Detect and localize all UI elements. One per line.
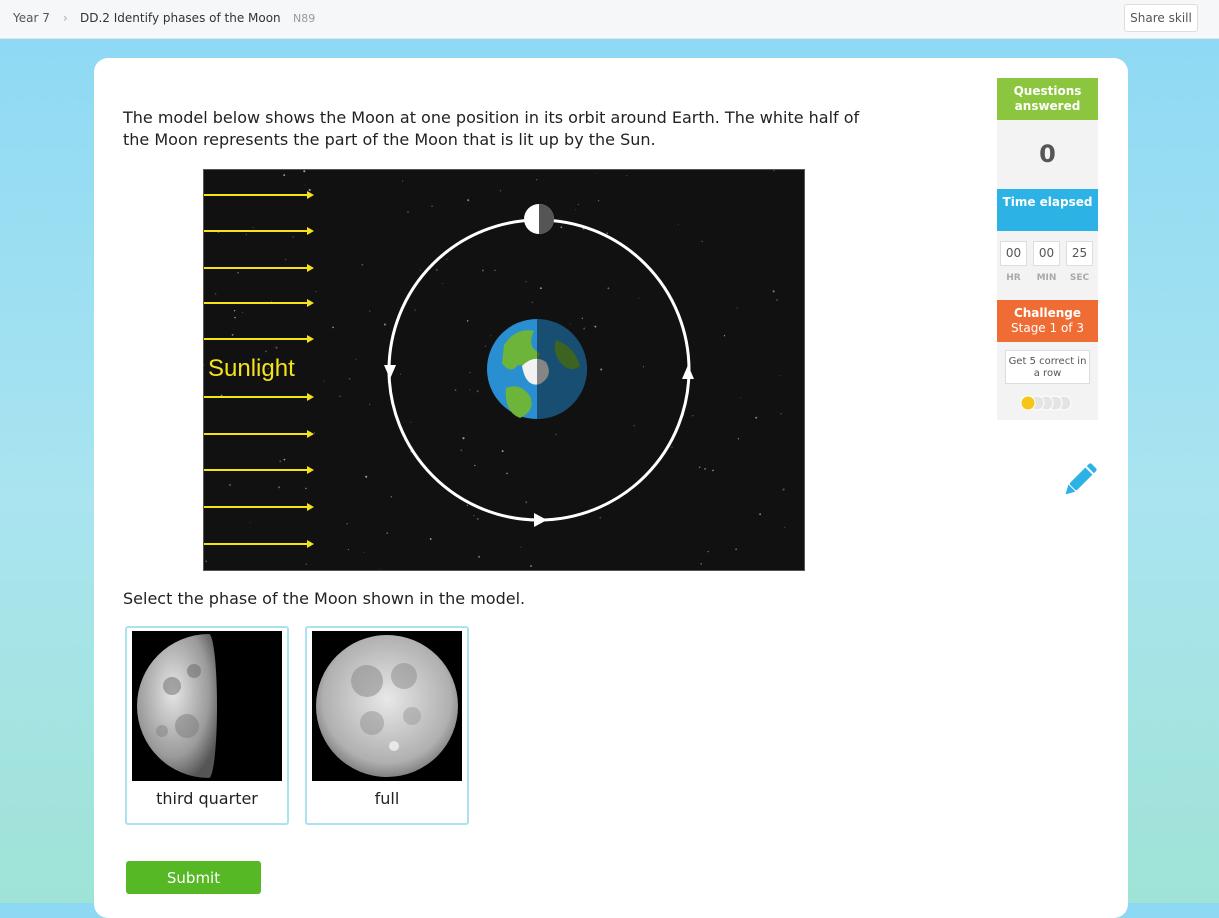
top-bar: Year 7 › DD.2 Identify phases of the Moo… [0, 0, 1219, 39]
full-moon-icon [312, 631, 462, 781]
challenge-progress-dots [1020, 395, 1072, 411]
questions-answered-value: 0 [997, 120, 1098, 189]
question-text: The model below shows the Moon at one po… [123, 108, 860, 149]
time-elapsed-header: Time elapsed [997, 189, 1098, 231]
orbit-diagram: Sunlight [204, 170, 804, 570]
pencil-icon[interactable] [1058, 460, 1100, 502]
submit-button[interactable]: Submit [126, 861, 261, 894]
choice-full[interactable]: full [305, 626, 469, 825]
earth-icon [487, 319, 587, 419]
timer-minutes: 00 [1033, 241, 1060, 266]
moon-icon [524, 204, 554, 234]
time-elapsed-box: 00 00 25 HR MIN SEC [997, 231, 1098, 300]
breadcrumb-skill: DD.2 Identify phases of the Moon [80, 11, 281, 25]
progress-sidebar: Questions answered 0 Time elapsed 00 00 … [997, 78, 1098, 420]
challenge-box: Get 5 correct in a row [997, 342, 1098, 420]
challenge-stage: Stage 1 of 3 [1011, 321, 1084, 335]
third-quarter-moon-icon [132, 631, 282, 781]
timer-seconds-label: SEC [1069, 273, 1090, 283]
moon-orbit-model: Sunlight [203, 169, 805, 571]
sunlight-label: Sunlight [208, 355, 295, 382]
breadcrumb-chevron-icon: › [63, 11, 68, 25]
choice-label: full [374, 789, 400, 808]
question-card: The model below shows the Moon at one po… [94, 58, 1128, 918]
progress-dot-filled [1020, 395, 1036, 411]
challenge-title: Challenge [1013, 306, 1082, 320]
breadcrumb-year[interactable]: Year 7 [13, 11, 50, 25]
share-skill-button[interactable]: Share skill [1124, 4, 1198, 32]
choice-third-quarter[interactable]: third quarter [125, 626, 289, 825]
challenge-goal: Get 5 correct in a row [1005, 350, 1090, 384]
challenge-header: Challenge Stage 1 of 3 [997, 300, 1098, 342]
question-prompt: Select the phase of the Moon shown in th… [123, 589, 526, 608]
choice-label: third quarter [156, 789, 258, 808]
timer-hours: 00 [1000, 241, 1027, 266]
questions-answered-header: Questions answered [997, 78, 1098, 120]
timer-seconds: 25 [1066, 241, 1093, 266]
timer-minutes-label: MIN [1036, 273, 1057, 283]
skill-code: N89 [293, 12, 316, 25]
timer-hours-label: HR [1006, 273, 1021, 283]
